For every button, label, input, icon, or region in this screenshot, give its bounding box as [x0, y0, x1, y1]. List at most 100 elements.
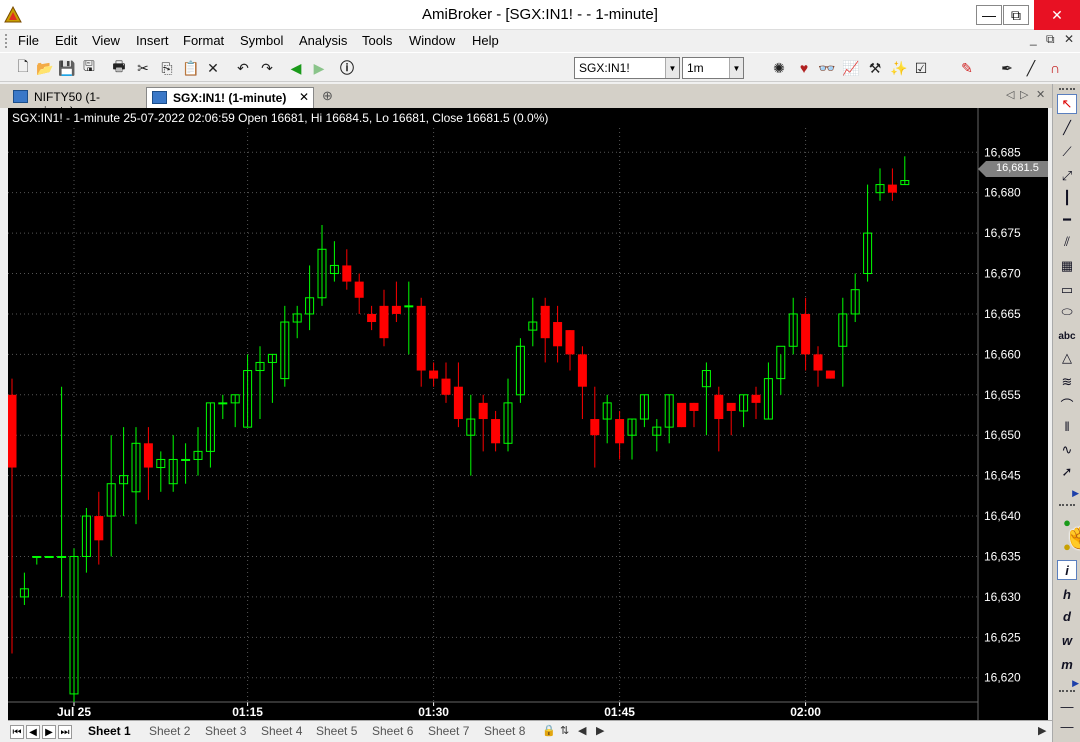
symbol-combo[interactable]: SGX:IN1! ▼ — [574, 57, 680, 79]
text-abc-icon[interactable]: abc — [1057, 326, 1077, 346]
sheet-tab-6[interactable]: Sheet 6 — [372, 724, 413, 738]
line-width-icon[interactable]: ╱ — [1022, 59, 1040, 77]
glasses-icon[interactable]: 👓 — [818, 59, 836, 77]
menu-tools[interactable]: Tools — [362, 33, 392, 48]
interval-monthly-icon[interactable]: m — [1057, 654, 1077, 674]
print-icon[interactable]: 🖶 — [110, 58, 128, 77]
menu-file[interactable]: File — [18, 33, 39, 48]
ray-icon[interactable]: ⟋ — [1057, 142, 1077, 162]
interval-combo[interactable]: 1m ▼ — [682, 57, 744, 79]
candlestick-chart[interactable]: 16,620 16,625 16,630 16,635 16,640 16,645 16,6… — [8, 108, 1048, 720]
sheet-first-icon[interactable]: ⏮ — [10, 725, 24, 739]
hline-small-icon[interactable]: — — [1057, 716, 1077, 736]
save-icon[interactable]: 💾 — [58, 59, 76, 77]
hline-small-icon[interactable]: — — [1057, 696, 1077, 716]
mdi-minimize-button[interactable]: _ — [1030, 32, 1037, 46]
channel-icon[interactable]: ▦ — [1057, 256, 1077, 276]
price-chart[interactable]: 16,620 16,625 16,630 16,635 16,640 16,645 16,6… — [8, 108, 1048, 720]
select-arrow-icon[interactable]: ↖ — [1057, 94, 1077, 114]
toolbar-more-icon[interactable]: ▶ — [1055, 678, 1079, 688]
chevron-down-icon[interactable]: ▼ — [729, 58, 743, 78]
extended-line-icon[interactable]: ⤢ — [1057, 166, 1077, 186]
close-button[interactable]: ✕ — [1034, 0, 1080, 30]
interval-intraday-icon[interactable]: i — [1057, 560, 1077, 580]
scroll-sync-icon[interactable]: ⇅ — [560, 724, 569, 737]
fibonacci-fan-icon[interactable]: ≋ — [1057, 372, 1077, 392]
y-tick-label: 16,665 — [984, 307, 1021, 321]
zigzag-icon[interactable]: ∿ — [1057, 440, 1077, 460]
magnet-icon[interactable]: ∩ — [1046, 59, 1064, 77]
chart-doc-icon[interactable]: 📈 — [842, 59, 860, 77]
interval-weekly-icon[interactable]: w — [1057, 630, 1077, 650]
chevron-down-icon[interactable]: ▼ — [665, 58, 679, 78]
rectangle-icon[interactable]: ▭ — [1057, 280, 1077, 300]
save-all-icon[interactable]: 🖫 — [80, 58, 98, 77]
new-tab-icon[interactable]: ⊕ — [322, 88, 333, 104]
wand-icon[interactable]: ✨ — [890, 59, 908, 77]
heart-icon[interactable]: ♥ — [795, 59, 813, 77]
sheet-next-icon[interactable]: ▶ — [42, 725, 56, 739]
forward-arrow-icon[interactable]: ▶ — [310, 59, 328, 77]
mdi-restore-button[interactable]: ⧉ — [1046, 32, 1055, 47]
sheet-tab-4[interactable]: Sheet 4 — [261, 724, 302, 738]
tab-sgx[interactable]: SGX:IN1! (1-minute) ✕ — [146, 87, 314, 108]
scroll-right-icon[interactable]: ▶ — [596, 724, 604, 737]
sheet-tab-1[interactable]: Sheet 1 — [88, 724, 131, 738]
scroll-left-icon[interactable]: ◀ — [578, 724, 586, 737]
candle-body — [677, 402, 687, 428]
sheet-tab-8[interactable]: Sheet 8 — [484, 724, 525, 738]
menu-symbol[interactable]: Symbol — [240, 33, 283, 48]
menu-analysis[interactable]: Analysis — [299, 33, 347, 48]
sheet-prev-icon[interactable]: ◀ — [26, 725, 40, 739]
interval-hourly-icon[interactable]: h — [1057, 584, 1077, 604]
chart-window-icon — [13, 90, 28, 103]
tab-close-icon[interactable]: ✕ — [299, 90, 309, 104]
back-arrow-icon[interactable]: ◀ — [287, 59, 305, 77]
tab-nifty50[interactable]: NIFTY50 (1-minute) — [8, 87, 144, 118]
arrow-icon[interactable]: ➚ — [1057, 462, 1077, 482]
tab-scroll-right-icon[interactable]: ▷ — [1020, 88, 1028, 101]
redo-icon[interactable]: ↷ — [258, 59, 276, 77]
hammer-icon[interactable]: ⚒ — [866, 59, 884, 77]
sheet-tab-2[interactable]: Sheet 2 — [149, 724, 190, 738]
check-doc-icon[interactable]: ☑ — [912, 59, 930, 77]
highlighter-icon[interactable]: ✎ — [958, 59, 976, 77]
scroll-end-icon[interactable]: ▶ — [1038, 724, 1046, 737]
ellipse-icon[interactable]: ⬭ — [1057, 302, 1077, 322]
pen-icon[interactable]: ✒ — [998, 59, 1016, 77]
paste-icon[interactable]: 📋 — [182, 59, 200, 77]
menu-format[interactable]: Format — [183, 33, 224, 48]
vertical-line-icon[interactable]: ┃ — [1057, 188, 1077, 208]
tab-close-all-icon[interactable]: ✕ — [1036, 88, 1045, 101]
restore-button[interactable]: ⧉ — [999, 0, 1033, 30]
toolbar-more-icon[interactable]: ▶ — [1055, 488, 1079, 498]
horizontal-line-icon[interactable]: ━ — [1057, 210, 1077, 230]
menu-window[interactable]: Window — [409, 33, 455, 48]
copy-icon[interactable]: ⎘ — [158, 59, 176, 77]
parallel-lines-icon[interactable]: ⫽ — [1057, 232, 1077, 252]
menu-help[interactable]: Help — [472, 33, 499, 48]
menu-view[interactable]: View — [92, 33, 120, 48]
new-icon[interactable]: 🗋 — [14, 58, 32, 77]
trendline-icon[interactable]: ╱ — [1057, 118, 1077, 138]
tab-scroll-left-icon[interactable]: ◁ — [1006, 88, 1014, 101]
cut-icon[interactable]: ✂ — [134, 59, 152, 77]
sheet-last-icon[interactable]: ⏭ — [58, 725, 72, 739]
gear-sun-icon[interactable]: ✺ — [770, 59, 788, 77]
triangle-icon[interactable]: △ — [1057, 348, 1077, 368]
arc-icon[interactable]: ⌒ — [1057, 394, 1077, 414]
sheet-tab-5[interactable]: Sheet 5 — [316, 724, 357, 738]
candle-body — [44, 555, 54, 558]
menu-edit[interactable]: Edit — [55, 33, 77, 48]
undo-icon[interactable]: ↶ — [234, 59, 252, 77]
fibonacci-timezones-icon[interactable]: ‖ — [1057, 416, 1077, 436]
menu-insert[interactable]: Insert — [136, 33, 169, 48]
lock-icon[interactable]: 🔒 — [542, 724, 556, 737]
sheet-tab-3[interactable]: Sheet 3 — [205, 724, 246, 738]
open-folder-icon[interactable]: 📂 — [36, 59, 54, 77]
mdi-close-button[interactable]: ✕ — [1064, 32, 1074, 46]
info-icon[interactable]: ⓘ — [338, 59, 356, 77]
interval-daily-icon[interactable]: d — [1057, 606, 1077, 626]
sheet-tab-7[interactable]: Sheet 7 — [428, 724, 469, 738]
delete-icon[interactable]: ✕ — [204, 59, 222, 77]
